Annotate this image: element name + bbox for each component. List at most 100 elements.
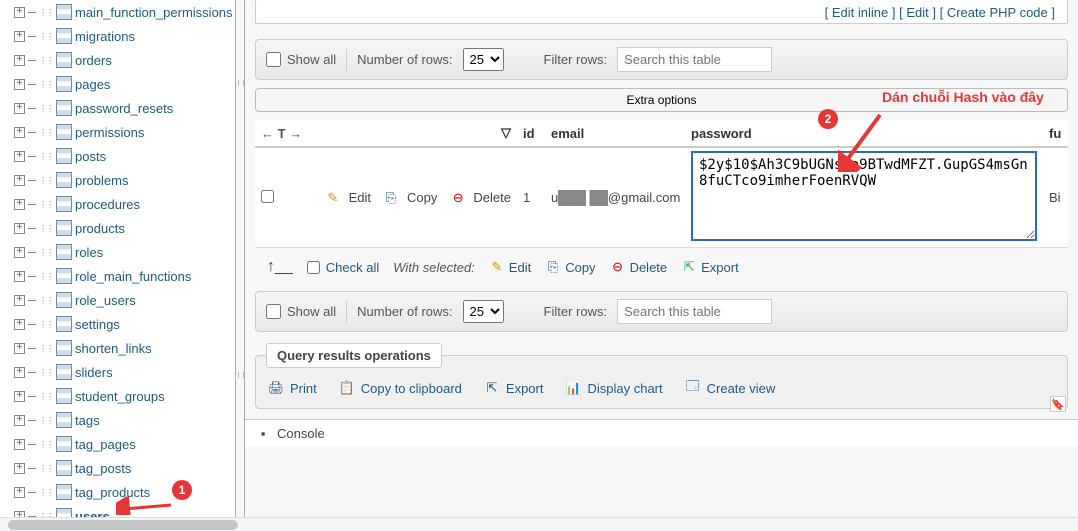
- filter-rows-input[interactable]: [617, 47, 772, 72]
- sidebar-resize-handle[interactable]: [235, 0, 245, 531]
- num-rows-select-bottom[interactable]: 25: [463, 300, 504, 323]
- expand-icon[interactable]: +: [14, 415, 25, 426]
- expand-icon[interactable]: +: [14, 223, 25, 234]
- top-toolbar: Show all Number of rows: 25 Filter rows:: [255, 39, 1068, 80]
- show-all-checkbox[interactable]: Show all: [266, 52, 336, 67]
- col-actions-header[interactable]: ← T →: [255, 120, 319, 147]
- sel-delete-link[interactable]: ⊖Delete: [610, 259, 668, 275]
- table-icon: [56, 52, 72, 68]
- qro-title: Query results operations: [266, 343, 442, 368]
- sidebar-item[interactable]: +⋮⋮student_groups: [8, 384, 235, 408]
- row-checkbox[interactable]: [261, 190, 274, 203]
- col-id-header[interactable]: id: [517, 120, 545, 147]
- results-table: ← T → ▽ id email password fu ✎Edit ⎘C: [255, 120, 1068, 248]
- sel-copy-link[interactable]: ⎘Copy: [545, 259, 595, 275]
- expand-icon[interactable]: +: [14, 463, 25, 474]
- table-icon: [56, 100, 72, 116]
- edit-link[interactable]: Edit: [906, 5, 928, 20]
- table-icon: [56, 436, 72, 452]
- sidebar-item[interactable]: +⋮⋮roles: [8, 240, 235, 264]
- table-icon: [56, 220, 72, 236]
- table-icon: [56, 196, 72, 212]
- sidebar-item[interactable]: +⋮⋮orders: [8, 48, 235, 72]
- expand-icon[interactable]: +: [14, 247, 25, 258]
- table-icon: [56, 76, 72, 92]
- row-edit-link[interactable]: ✎Edit: [325, 190, 371, 206]
- view-icon: 🗔: [685, 380, 701, 396]
- expand-icon[interactable]: +: [14, 103, 25, 114]
- create-php-link[interactable]: Create PHP code: [947, 5, 1048, 20]
- sidebar-item[interactable]: +⋮⋮tag_pages: [8, 432, 235, 456]
- bookmark-icon[interactable]: 🔖: [1050, 396, 1066, 412]
- sidebar-item[interactable]: +⋮⋮main_function_permissions: [8, 0, 235, 24]
- display-chart-link[interactable]: 📊Display chart: [565, 380, 662, 396]
- expand-icon[interactable]: +: [14, 127, 25, 138]
- sidebar-item[interactable]: +⋮⋮procedures: [8, 192, 235, 216]
- expand-icon[interactable]: +: [14, 151, 25, 162]
- expand-icon[interactable]: +: [14, 343, 25, 354]
- table-icon: [56, 4, 72, 20]
- sidebar-item[interactable]: +⋮⋮problems: [8, 168, 235, 192]
- sidebar-item[interactable]: +⋮⋮settings: [8, 312, 235, 336]
- sidebar-item[interactable]: +⋮⋮shorten_links: [8, 336, 235, 360]
- table-icon: [56, 292, 72, 308]
- sel-export-link[interactable]: ⇱Export: [681, 259, 739, 275]
- table-icon: [56, 412, 72, 428]
- expand-icon[interactable]: +: [14, 175, 25, 186]
- expand-icon[interactable]: +: [14, 487, 25, 498]
- bottom-toolbar: Show all Number of rows: 25 Filter rows:: [255, 291, 1068, 332]
- expand-icon[interactable]: +: [14, 367, 25, 378]
- row-copy-link[interactable]: ⎘Copy: [383, 190, 439, 206]
- sidebar-item[interactable]: +⋮⋮products: [8, 216, 235, 240]
- create-view-link[interactable]: 🗔Create view: [685, 380, 776, 396]
- check-all-checkbox[interactable]: Check all: [307, 260, 379, 275]
- row-delete-link[interactable]: ⊖Delete: [451, 190, 511, 206]
- table-icon: [56, 364, 72, 380]
- sidebar-item[interactable]: +⋮⋮sliders: [8, 360, 235, 384]
- expand-icon[interactable]: +: [14, 271, 25, 282]
- pencil-icon: ✎: [325, 190, 341, 206]
- sidebar-item[interactable]: +⋮⋮role_users: [8, 288, 235, 312]
- expand-icon[interactable]: +: [14, 319, 25, 330]
- sidebar-item[interactable]: +⋮⋮tags: [8, 408, 235, 432]
- pencil-icon: ✎: [489, 259, 505, 275]
- sidebar-item[interactable]: +⋮⋮pages: [8, 72, 235, 96]
- num-rows-select[interactable]: 25: [463, 48, 504, 71]
- sel-edit-link[interactable]: ✎Edit: [489, 259, 531, 275]
- copy-clipboard-link[interactable]: 📋Copy to clipboard: [339, 380, 462, 396]
- print-link[interactable]: 🖨Print: [268, 380, 317, 396]
- expand-icon[interactable]: +: [14, 199, 25, 210]
- sidebar-item[interactable]: +⋮⋮permissions: [8, 120, 235, 144]
- col-last-header[interactable]: fu: [1043, 120, 1068, 147]
- horizontal-scrollbar[interactable]: [0, 517, 1078, 531]
- console-bar[interactable]: 🔖 ▪Console: [245, 419, 1078, 446]
- sidebar-item[interactable]: +⋮⋮tag_posts: [8, 456, 235, 480]
- annotation-badge-2: 2: [818, 109, 838, 129]
- expand-icon[interactable]: +: [14, 295, 25, 306]
- col-email-header[interactable]: email: [545, 120, 685, 147]
- expand-icon[interactable]: +: [14, 7, 25, 18]
- expand-icon[interactable]: +: [14, 55, 25, 66]
- filter-rows-label: Filter rows:: [544, 52, 608, 67]
- filter-rows-input-bottom[interactable]: [617, 299, 772, 324]
- table-icon: [56, 124, 72, 140]
- sidebar-item[interactable]: +⋮⋮posts: [8, 144, 235, 168]
- table-icon: [56, 340, 72, 356]
- expand-icon[interactable]: +: [14, 79, 25, 90]
- export-link[interactable]: ⇱Export: [484, 380, 544, 396]
- chart-icon: 📊: [565, 380, 581, 396]
- delete-icon: ⊖: [610, 259, 626, 275]
- show-all-checkbox-bottom[interactable]: Show all: [266, 304, 336, 319]
- clipboard-icon: 📋: [339, 380, 355, 396]
- expand-icon[interactable]: +: [14, 31, 25, 42]
- sidebar-item[interactable]: +⋮⋮password_resets: [8, 96, 235, 120]
- expand-icon[interactable]: +: [14, 439, 25, 450]
- sidebar-item[interactable]: +⋮⋮role_main_functions: [8, 264, 235, 288]
- query-results-ops: Query results operations 🖨Print 📋Copy to…: [255, 343, 1068, 409]
- sidebar-item[interactable]: +⋮⋮migrations: [8, 24, 235, 48]
- edit-inline-link[interactable]: Edit inline: [832, 5, 888, 20]
- expand-icon[interactable]: +: [14, 391, 25, 402]
- table-icon: [56, 148, 72, 164]
- cell-last: Bi: [1043, 147, 1068, 248]
- table-icon: [56, 460, 72, 476]
